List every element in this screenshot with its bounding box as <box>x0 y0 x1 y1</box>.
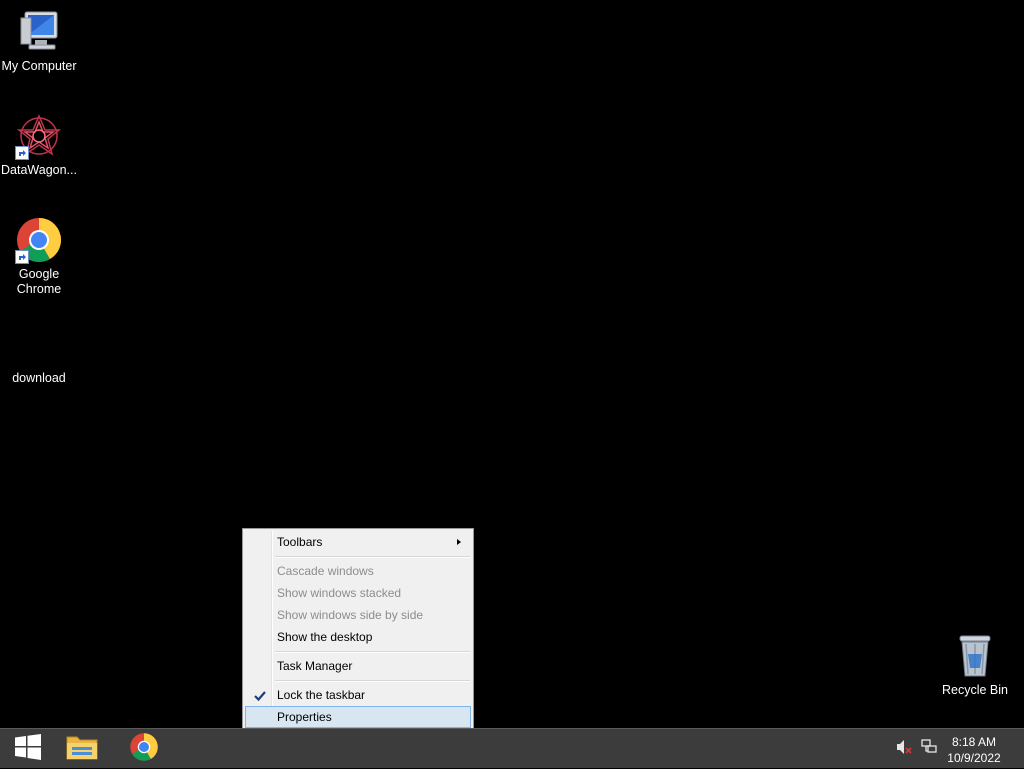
menu-item-label: Show the desktop <box>277 630 373 644</box>
taskbar-context-menu: Toolbars Cascade windows Show windows st… <box>242 528 474 730</box>
chrome-taskbar-button[interactable] <box>116 729 172 769</box>
menu-separator <box>275 556 470 558</box>
desktop-icon-label: Google Chrome <box>16 267 62 296</box>
volume-tray-button[interactable] <box>894 729 916 769</box>
menu-item-label: Show windows stacked <box>277 586 402 600</box>
shortcut-arrow-icon <box>15 146 29 160</box>
clock-time: 8:18 AM <box>951 735 997 749</box>
taskbar[interactable]: 8:18 AM 10/9/2022 <box>0 728 1024 768</box>
menu-item-lock-the-taskbar[interactable]: Lock the taskbar <box>245 684 471 706</box>
network-icon <box>920 738 938 760</box>
menu-separator <box>275 680 470 682</box>
menu-item-label: Task Manager <box>277 659 353 673</box>
menu-item-properties[interactable]: Properties <box>245 706 471 728</box>
computer-icon <box>15 8 63 56</box>
menu-item-show-the-desktop[interactable]: Show the desktop <box>245 626 471 648</box>
menu-item-label: Lock the taskbar <box>277 688 366 702</box>
checkmark-icon <box>253 688 267 702</box>
submenu-arrow-icon <box>457 539 461 545</box>
desktop-icon-my-computer[interactable]: My Computer <box>0 8 78 74</box>
shortcut-arrow-icon <box>15 250 29 264</box>
desktop-icon-google-chrome[interactable]: Google Chrome <box>0 216 78 297</box>
menu-item-toolbars[interactable]: Toolbars <box>245 531 471 553</box>
desktop-icon-label: DataWagon... <box>1 163 77 177</box>
desktop-icon-recycle-bin[interactable]: Recycle Bin <box>936 632 1014 698</box>
file-icon <box>15 320 63 368</box>
menu-item-label: Show windows side by side <box>277 608 424 622</box>
menu-item-label: Toolbars <box>277 535 323 549</box>
menu-separator <box>275 651 470 653</box>
clock-date: 10/9/2022 <box>947 751 1001 765</box>
start-button[interactable] <box>0 729 56 769</box>
desktop-icon-datawagon[interactable]: DataWagon... <box>0 112 78 178</box>
menu-item-show-windows-stacked[interactable]: Show windows stacked <box>245 582 471 604</box>
windows-logo-icon <box>14 733 42 766</box>
folder-icon <box>65 732 99 767</box>
menu-item-cascade-windows[interactable]: Cascade windows <box>245 560 471 582</box>
network-tray-button[interactable] <box>918 729 940 769</box>
menu-item-label: Cascade windows <box>277 564 374 578</box>
taskbar-clock[interactable]: 8:18 AM 10/9/2022 <box>944 734 1004 766</box>
menu-item-label: Properties <box>277 710 332 724</box>
chrome-icon <box>129 732 159 767</box>
file-explorer-button[interactable] <box>54 729 110 769</box>
datawagon-icon <box>15 112 63 160</box>
menu-item-task-manager[interactable]: Task Manager <box>245 655 471 677</box>
desktop-icon-label: My Computer <box>1 59 77 73</box>
menu-item-show-windows-side-by-side[interactable]: Show windows side by side <box>245 604 471 626</box>
volume-muted-icon <box>896 739 914 760</box>
recycle-bin-icon <box>951 632 999 680</box>
chrome-icon <box>15 216 63 264</box>
desktop-icon-label: Recycle Bin <box>942 683 1008 697</box>
desktop-icon-label: download <box>12 371 66 385</box>
desktop-icon-download[interactable]: download <box>0 320 78 386</box>
